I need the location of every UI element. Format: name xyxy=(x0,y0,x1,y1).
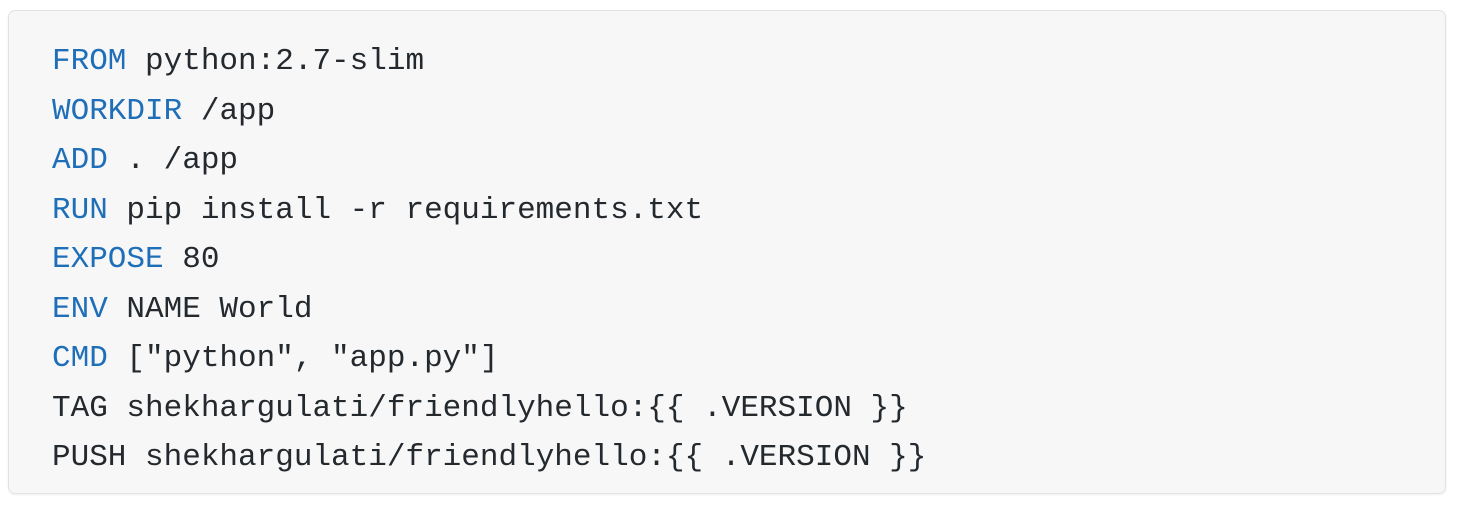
code-line: ADD . /app xyxy=(52,136,1445,186)
code-line-text: /app xyxy=(182,93,276,129)
code-keyword: TAG xyxy=(52,390,108,426)
code-line-text: 80 xyxy=(163,242,220,277)
code-block[interactable]: FROM python:2.7-slim WORKDIR /app ADD . /a… xyxy=(8,10,1446,494)
code-line-text: shekhargulati/friendlyhello:{{ .VERSION … xyxy=(126,440,927,475)
code-line: FROM python:2.7-slim xyxy=(52,37,1445,87)
code-line-text: . /app xyxy=(107,143,239,178)
code-line: EXPOSE 80 xyxy=(52,235,1445,285)
code-line: TAG shekhargulati/friendlyhello:{{ .VERS… xyxy=(52,384,1445,434)
code-line-text: pip install -r requirements.txt xyxy=(107,192,704,228)
code-keyword: FROM xyxy=(52,44,127,79)
code-line-text: NAME World xyxy=(107,291,313,327)
code-keyword: ADD xyxy=(52,143,108,178)
code-line-text: ["python", "app.py"] xyxy=(107,341,499,376)
code-content[interactable]: FROM python:2.7-slim WORKDIR /app ADD . /a… xyxy=(9,11,1445,483)
code-line-text: shekhargulati/friendlyhello:{{ .VERSION … xyxy=(107,390,908,426)
code-line: WORKDIR /app xyxy=(52,87,1445,137)
code-keyword: WORKDIR xyxy=(52,93,183,129)
code-line: CMD ["python", "app.py"] xyxy=(52,334,1445,384)
code-line: RUN pip install -r requirements.txt xyxy=(52,186,1445,236)
code-keyword: CMD xyxy=(52,341,108,376)
code-line-text: python:2.7-slim xyxy=(126,44,425,79)
code-line: PUSH shekhargulati/friendlyhello:{{ .VER… xyxy=(52,433,1445,483)
code-block-container: FROM python:2.7-slim WORKDIR /app ADD . /a… xyxy=(8,10,1446,494)
code-line: ENV NAME World xyxy=(52,285,1445,335)
code-keyword: ENV xyxy=(52,291,108,327)
code-keyword: PUSH xyxy=(52,440,127,475)
code-keyword: RUN xyxy=(52,192,108,228)
code-keyword: EXPOSE xyxy=(52,242,164,277)
